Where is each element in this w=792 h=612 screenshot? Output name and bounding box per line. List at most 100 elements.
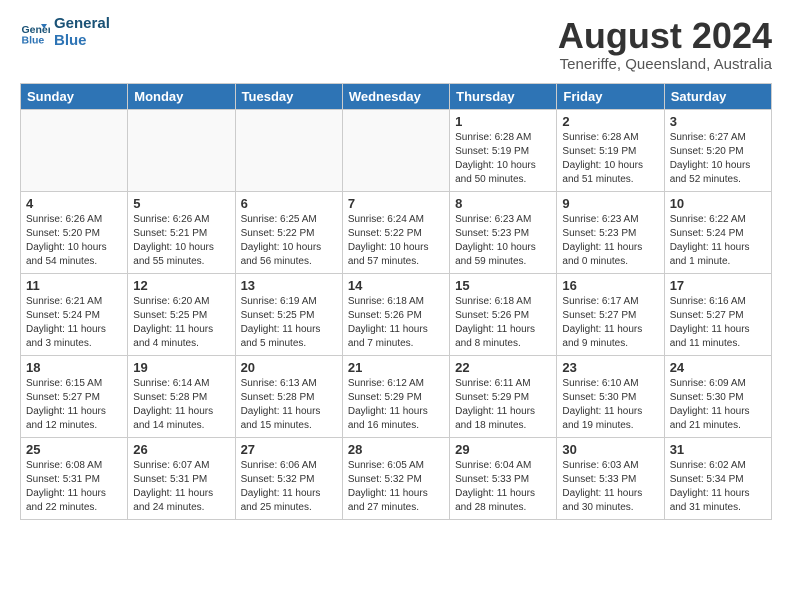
daylight-text: Daylight: 11 hours and 16 minutes.: [348, 405, 444, 433]
daylight-text: Daylight: 11 hours and 22 minutes.: [26, 487, 122, 515]
daylight-text: Daylight: 11 hours and 21 minutes.: [670, 405, 766, 433]
location-subtitle: Teneriffe, Queensland, Australia: [558, 56, 772, 73]
day-number: 14: [348, 278, 444, 293]
calendar-cell-3-3: 21 Sunrise: 6:12 AM Sunset: 5:29 PM Dayl…: [342, 355, 449, 437]
week-row-0: 1 Sunrise: 6:28 AM Sunset: 5:19 PM Dayli…: [21, 109, 772, 191]
sunset-text: Sunset: 5:30 PM: [562, 391, 658, 405]
day-number: 26: [133, 442, 229, 457]
sunrise-text: Sunrise: 6:04 AM: [455, 459, 551, 473]
daylight-text: Daylight: 10 hours and 54 minutes.: [26, 241, 122, 269]
calendar-cell-3-6: 24 Sunrise: 6:09 AM Sunset: 5:30 PM Dayl…: [664, 355, 771, 437]
sunrise-text: Sunrise: 6:23 AM: [455, 213, 551, 227]
day-number: 18: [26, 360, 122, 375]
week-row-2: 11 Sunrise: 6:21 AM Sunset: 5:24 PM Dayl…: [21, 273, 772, 355]
calendar-cell-1-4: 8 Sunrise: 6:23 AM Sunset: 5:23 PM Dayli…: [450, 191, 557, 273]
sunset-text: Sunset: 5:28 PM: [241, 391, 337, 405]
day-number: 13: [241, 278, 337, 293]
daylight-text: Daylight: 11 hours and 28 minutes.: [455, 487, 551, 515]
sunset-text: Sunset: 5:22 PM: [241, 227, 337, 241]
sunset-text: Sunset: 5:21 PM: [133, 227, 229, 241]
daylight-text: Daylight: 10 hours and 59 minutes.: [455, 241, 551, 269]
logo-icon: General Blue: [20, 18, 50, 48]
day-info: Sunrise: 6:22 AM Sunset: 5:24 PM Dayligh…: [670, 213, 766, 269]
day-info: Sunrise: 6:13 AM Sunset: 5:28 PM Dayligh…: [241, 377, 337, 433]
calendar-cell-3-5: 23 Sunrise: 6:10 AM Sunset: 5:30 PM Dayl…: [557, 355, 664, 437]
daylight-text: Daylight: 11 hours and 30 minutes.: [562, 487, 658, 515]
calendar-cell-0-4: 1 Sunrise: 6:28 AM Sunset: 5:19 PM Dayli…: [450, 109, 557, 191]
sunrise-text: Sunrise: 6:18 AM: [348, 295, 444, 309]
sunrise-text: Sunrise: 6:25 AM: [241, 213, 337, 227]
day-info: Sunrise: 6:23 AM Sunset: 5:23 PM Dayligh…: [562, 213, 658, 269]
day-info: Sunrise: 6:08 AM Sunset: 5:31 PM Dayligh…: [26, 459, 122, 515]
sunset-text: Sunset: 5:22 PM: [348, 227, 444, 241]
sunrise-text: Sunrise: 6:15 AM: [26, 377, 122, 391]
logo-line1: General: [54, 16, 110, 33]
day-number: 16: [562, 278, 658, 293]
calendar-cell-1-3: 7 Sunrise: 6:24 AM Sunset: 5:22 PM Dayli…: [342, 191, 449, 273]
day-number: 4: [26, 196, 122, 211]
sunrise-text: Sunrise: 6:06 AM: [241, 459, 337, 473]
sunset-text: Sunset: 5:20 PM: [26, 227, 122, 241]
day-info: Sunrise: 6:05 AM Sunset: 5:32 PM Dayligh…: [348, 459, 444, 515]
calendar-cell-2-5: 16 Sunrise: 6:17 AM Sunset: 5:27 PM Dayl…: [557, 273, 664, 355]
calendar-cell-2-2: 13 Sunrise: 6:19 AM Sunset: 5:25 PM Dayl…: [235, 273, 342, 355]
day-info: Sunrise: 6:26 AM Sunset: 5:21 PM Dayligh…: [133, 213, 229, 269]
sunrise-text: Sunrise: 6:10 AM: [562, 377, 658, 391]
header-thursday: Thursday: [450, 83, 557, 109]
month-title: August 2024: [558, 16, 772, 56]
daylight-text: Daylight: 11 hours and 3 minutes.: [26, 323, 122, 351]
sunset-text: Sunset: 5:28 PM: [133, 391, 229, 405]
calendar-cell-0-5: 2 Sunrise: 6:28 AM Sunset: 5:19 PM Dayli…: [557, 109, 664, 191]
calendar-cell-4-3: 28 Sunrise: 6:05 AM Sunset: 5:32 PM Dayl…: [342, 437, 449, 519]
sunrise-text: Sunrise: 6:19 AM: [241, 295, 337, 309]
day-info: Sunrise: 6:11 AM Sunset: 5:29 PM Dayligh…: [455, 377, 551, 433]
sunset-text: Sunset: 5:19 PM: [562, 145, 658, 159]
calendar-cell-4-5: 30 Sunrise: 6:03 AM Sunset: 5:33 PM Dayl…: [557, 437, 664, 519]
sunrise-text: Sunrise: 6:12 AM: [348, 377, 444, 391]
day-number: 17: [670, 278, 766, 293]
sunrise-text: Sunrise: 6:28 AM: [562, 131, 658, 145]
day-number: 11: [26, 278, 122, 293]
daylight-text: Daylight: 11 hours and 31 minutes.: [670, 487, 766, 515]
calendar-cell-0-6: 3 Sunrise: 6:27 AM Sunset: 5:20 PM Dayli…: [664, 109, 771, 191]
day-info: Sunrise: 6:28 AM Sunset: 5:19 PM Dayligh…: [455, 131, 551, 187]
day-number: 12: [133, 278, 229, 293]
sunrise-text: Sunrise: 6:27 AM: [670, 131, 766, 145]
day-number: 29: [455, 442, 551, 457]
calendar-cell-4-1: 26 Sunrise: 6:07 AM Sunset: 5:31 PM Dayl…: [128, 437, 235, 519]
sunset-text: Sunset: 5:27 PM: [26, 391, 122, 405]
sunset-text: Sunset: 5:27 PM: [562, 309, 658, 323]
header-friday: Friday: [557, 83, 664, 109]
day-info: Sunrise: 6:16 AM Sunset: 5:27 PM Dayligh…: [670, 295, 766, 351]
sunset-text: Sunset: 5:27 PM: [670, 309, 766, 323]
day-number: 15: [455, 278, 551, 293]
calendar-cell-4-6: 31 Sunrise: 6:02 AM Sunset: 5:34 PM Dayl…: [664, 437, 771, 519]
day-number: 10: [670, 196, 766, 211]
daylight-text: Daylight: 11 hours and 8 minutes.: [455, 323, 551, 351]
week-row-1: 4 Sunrise: 6:26 AM Sunset: 5:20 PM Dayli…: [21, 191, 772, 273]
calendar-table: Sunday Monday Tuesday Wednesday Thursday…: [20, 83, 772, 520]
day-info: Sunrise: 6:14 AM Sunset: 5:28 PM Dayligh…: [133, 377, 229, 433]
calendar-cell-1-2: 6 Sunrise: 6:25 AM Sunset: 5:22 PM Dayli…: [235, 191, 342, 273]
daylight-text: Daylight: 11 hours and 5 minutes.: [241, 323, 337, 351]
sunrise-text: Sunrise: 6:03 AM: [562, 459, 658, 473]
sunrise-text: Sunrise: 6:17 AM: [562, 295, 658, 309]
sunset-text: Sunset: 5:26 PM: [455, 309, 551, 323]
daylight-text: Daylight: 11 hours and 27 minutes.: [348, 487, 444, 515]
calendar-cell-0-0: [21, 109, 128, 191]
day-info: Sunrise: 6:18 AM Sunset: 5:26 PM Dayligh…: [455, 295, 551, 351]
daylight-text: Daylight: 11 hours and 4 minutes.: [133, 323, 229, 351]
calendar-cell-4-2: 27 Sunrise: 6:06 AM Sunset: 5:32 PM Dayl…: [235, 437, 342, 519]
day-info: Sunrise: 6:04 AM Sunset: 5:33 PM Dayligh…: [455, 459, 551, 515]
sunset-text: Sunset: 5:23 PM: [455, 227, 551, 241]
daylight-text: Daylight: 11 hours and 18 minutes.: [455, 405, 551, 433]
sunset-text: Sunset: 5:29 PM: [348, 391, 444, 405]
day-info: Sunrise: 6:18 AM Sunset: 5:26 PM Dayligh…: [348, 295, 444, 351]
sunset-text: Sunset: 5:19 PM: [455, 145, 551, 159]
sunset-text: Sunset: 5:34 PM: [670, 473, 766, 487]
sunset-text: Sunset: 5:25 PM: [241, 309, 337, 323]
day-number: 5: [133, 196, 229, 211]
day-number: 6: [241, 196, 337, 211]
sunrise-text: Sunrise: 6:26 AM: [133, 213, 229, 227]
daylight-text: Daylight: 11 hours and 7 minutes.: [348, 323, 444, 351]
